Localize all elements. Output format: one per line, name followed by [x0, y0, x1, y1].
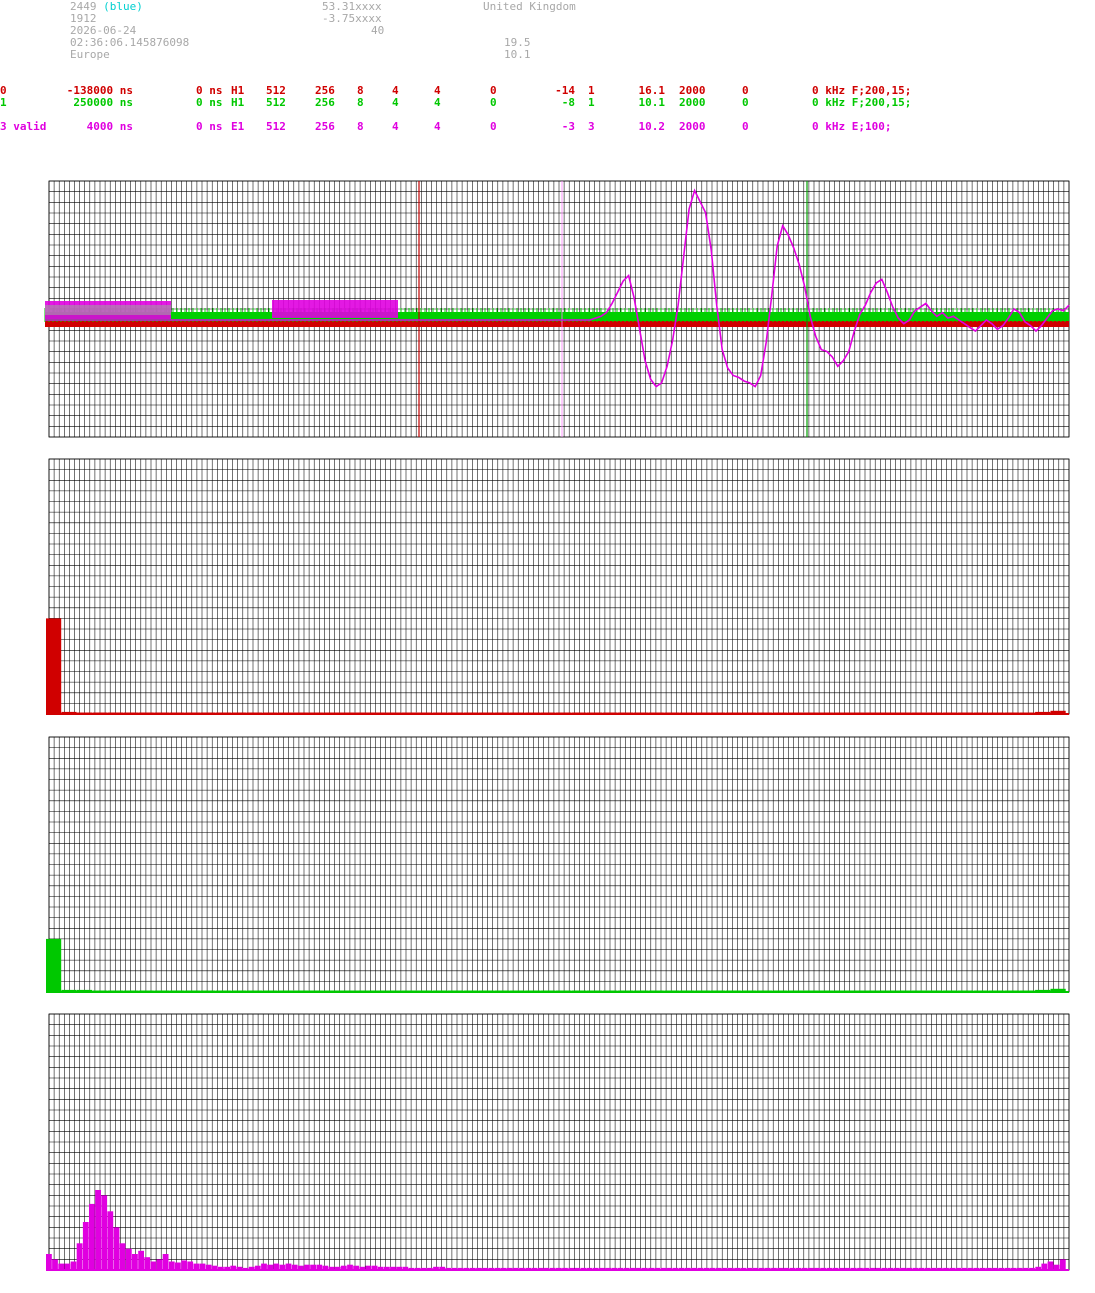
histogram-bar: [46, 938, 62, 992]
histogram-3: [46, 1190, 1069, 1271]
histogram-bar: [1059, 1259, 1066, 1270]
histogram-bar: [132, 1254, 138, 1270]
histogram-bar: [76, 1243, 83, 1270]
panel-1-grid: [48, 180, 1070, 438]
histogram-bar: [162, 1254, 169, 1270]
grey-band: [45, 305, 171, 315]
histogram-bar: [70, 1261, 77, 1270]
histogram-bar: [113, 1227, 120, 1270]
waveform-line: [45, 188, 1070, 388]
histogram-bar: [168, 1261, 175, 1270]
histogram-2: [46, 938, 1069, 993]
histogram-bar: [119, 1243, 126, 1270]
histogram-bar: [156, 1259, 163, 1270]
histogram-bar: [46, 1254, 52, 1270]
grid-lines: [48, 180, 1070, 438]
grid-lines: [48, 1013, 1070, 1271]
grid-lines: [48, 458, 1070, 715]
histogram-bar: [175, 1262, 181, 1270]
histogram-bar: [187, 1261, 194, 1270]
panel-4-grid: [48, 1013, 1070, 1271]
magenta-block-2: [272, 300, 398, 318]
histogram-bar: [1047, 1261, 1054, 1270]
panel-3-grid: [48, 736, 1070, 993]
histogram-bar: [95, 1190, 101, 1270]
histogram-bar: [107, 1211, 114, 1270]
histogram-bar: [150, 1261, 157, 1270]
grid-lines: [48, 736, 1070, 993]
histogram-bar: [82, 1222, 89, 1270]
histogram-bar: [181, 1260, 187, 1270]
panel-2-grid: [48, 458, 1070, 715]
histogram-bar: [89, 1203, 95, 1270]
histogram-bar: [46, 618, 62, 714]
charts-canvas: [44, 180, 1070, 1271]
histogram-bar: [125, 1248, 132, 1270]
histogram-bar: [138, 1250, 144, 1270]
histogram-bar: [101, 1195, 108, 1270]
histogram-1: [46, 618, 1069, 715]
histogram-bar: [144, 1257, 151, 1270]
histogram-bar: [52, 1259, 58, 1270]
